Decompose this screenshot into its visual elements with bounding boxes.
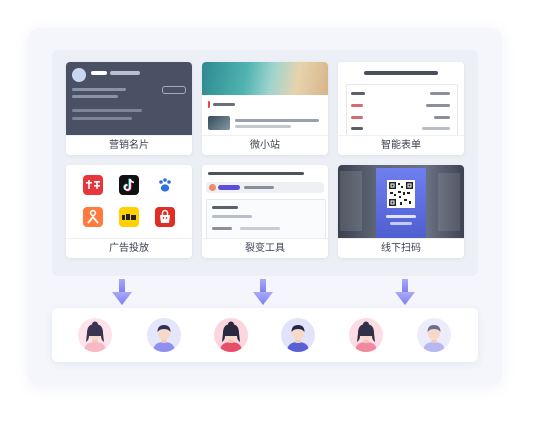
female-user-avatar-icon[interactable]: [349, 318, 383, 352]
micro-site-preview: [202, 62, 328, 135]
article-thumbnail: [208, 116, 230, 130]
card-label: 营销名片: [66, 135, 192, 155]
male-user-avatar-icon[interactable]: [417, 318, 451, 352]
fission-tools-preview: [202, 165, 328, 238]
card-fission-tools[interactable]: 裂变工具: [202, 165, 328, 258]
female-user-avatar-icon[interactable]: [214, 318, 248, 352]
male-user-avatar-icon[interactable]: [147, 318, 181, 352]
douyin-icon: [119, 175, 139, 195]
kuaishou-icon: [83, 207, 103, 227]
card-offline-qrcode[interactable]: 线下扫码: [338, 165, 464, 258]
ad-platform-icons: [66, 165, 192, 238]
card-label: 裂变工具: [202, 238, 328, 258]
card-marketing-namecard[interactable]: 营销名片: [66, 62, 192, 155]
card-label: 广告投放: [66, 238, 192, 258]
card-label: 线下扫码: [338, 238, 464, 258]
meituan-icon: [119, 207, 139, 227]
baidu-icon: [155, 175, 175, 195]
user-chip-avatar: [209, 184, 216, 191]
profile-avatar: [72, 68, 86, 82]
card-label: 微小站: [202, 135, 328, 155]
toutiao-icon: [83, 175, 103, 195]
down-arrow-icon: [393, 279, 417, 307]
female-user-avatar-icon[interactable]: [78, 318, 112, 352]
down-arrow-icon: [110, 279, 134, 307]
card-ad-placement[interactable]: 广告投放: [66, 165, 192, 258]
customer-avatar-bar: [52, 308, 478, 362]
card-micro-site[interactable]: 微小站: [202, 62, 328, 155]
qrcode-stand-photo: [338, 165, 464, 238]
namecard-preview: [66, 62, 192, 135]
down-arrow-icon: [251, 279, 275, 307]
card-label: 智能表单: [338, 135, 464, 155]
pinduoduo-icon: [155, 207, 175, 227]
qrcode-icon: [387, 180, 415, 208]
beach-banner-image: [202, 62, 328, 95]
smart-form-preview: [338, 62, 464, 135]
card-smart-form[interactable]: 智能表单: [338, 62, 464, 155]
male-user-avatar-icon[interactable]: [281, 318, 315, 352]
